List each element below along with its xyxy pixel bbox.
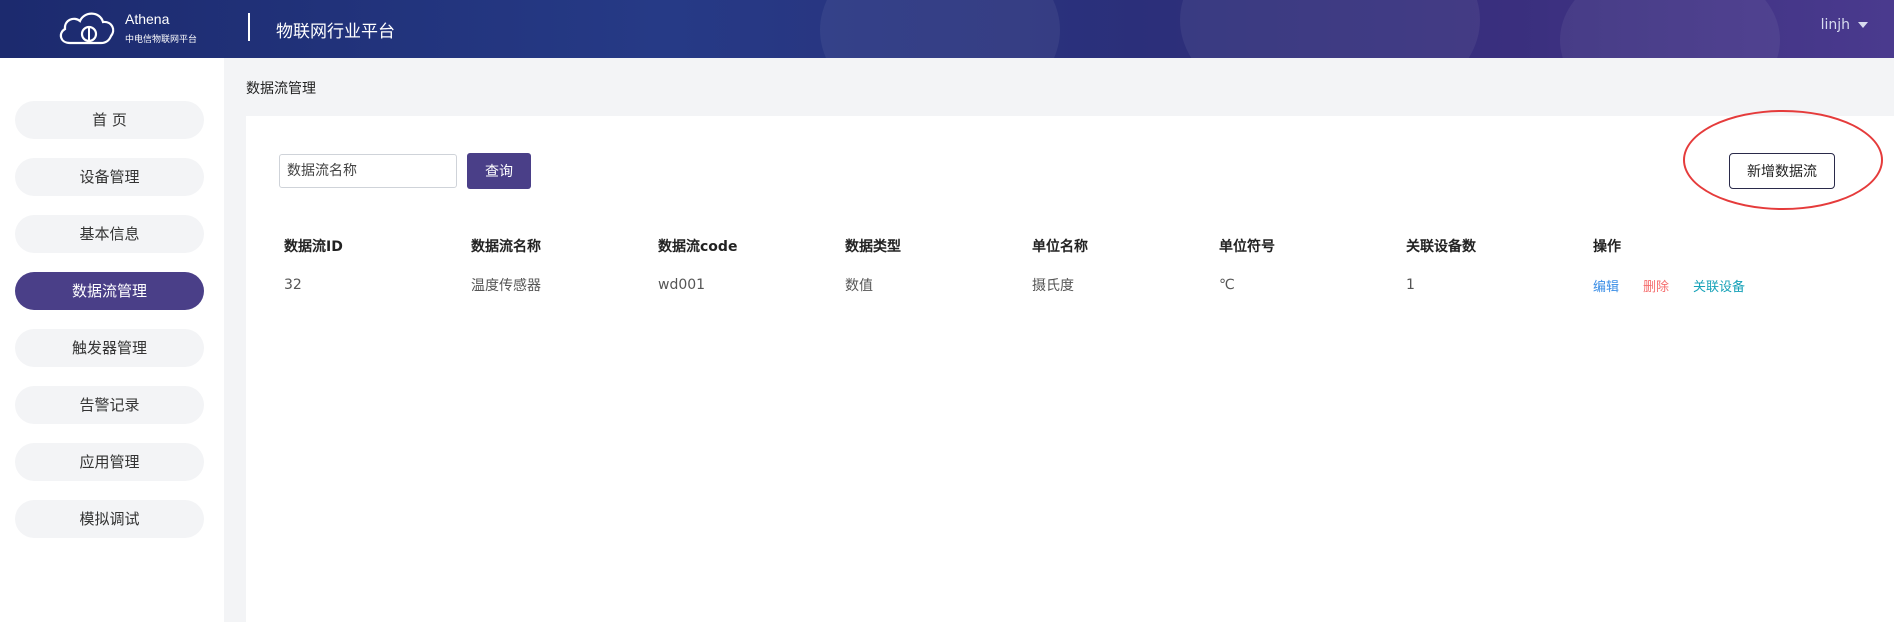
cell-unit-name: 摄氏度 <box>1032 278 1074 294</box>
top-header: Athena 中电信物联网平台 物联网行业平台 linjh <box>0 0 1894 58</box>
column-header-type: 数据类型 <box>845 239 901 255</box>
delete-link[interactable]: 删除 <box>1643 280 1669 295</box>
edit-link[interactable]: 编辑 <box>1593 280 1619 295</box>
header-decoration <box>1180 0 1480 58</box>
column-header-device-count: 关联设备数 <box>1406 239 1476 255</box>
cell-id: 32 <box>284 277 302 293</box>
column-header-name: 数据流名称 <box>471 239 541 255</box>
column-header-unit-name: 单位名称 <box>1032 239 1088 255</box>
cloud-logo-icon[interactable] <box>56 9 118 47</box>
column-header-id: 数据流ID <box>284 239 343 255</box>
cell-type: 数值 <box>845 278 873 294</box>
table-header-row: 数据流ID 数据流名称 数据流code 数据类型 单位名称 单位符号 关联设备数… <box>284 231 1780 261</box>
cell-unit-symbol: ℃ <box>1219 277 1235 293</box>
platform-title: 物联网行业平台 <box>276 22 395 42</box>
link-devices-link[interactable]: 关联设备 <box>1693 280 1745 295</box>
sidebar-item-alarm-records[interactable]: 告警记录 <box>15 386 204 424</box>
cell-name: 温度传感器 <box>471 278 541 294</box>
brand-subtitle: 中电信物联网平台 <box>125 35 198 45</box>
header-decoration <box>820 0 1060 58</box>
caret-down-icon[interactable] <box>1858 22 1868 28</box>
content-panel: 查询 新增数据流 数据流ID 数据流名称 数据流code 数据类型 单位名称 单… <box>246 110 1894 622</box>
column-header-unit-symbol: 单位符号 <box>1219 239 1275 255</box>
sidebar-item-device-management[interactable]: 设备管理 <box>15 158 204 196</box>
column-header-code: 数据流code <box>658 239 738 255</box>
sidebar-item-trigger-management[interactable]: 触发器管理 <box>15 329 204 367</box>
column-header-operations: 操作 <box>1593 239 1621 255</box>
brand-name: Athena <box>125 11 170 27</box>
sidebar-item-simulation-debug[interactable]: 模拟调试 <box>15 500 204 538</box>
search-input[interactable] <box>279 154 457 188</box>
cell-code: wd001 <box>658 277 706 293</box>
datastream-table: 数据流ID 数据流名称 数据流code 数据类型 单位名称 单位符号 关联设备数… <box>284 231 1780 309</box>
sidebar: 首 页 设备管理 基本信息 数据流管理 触发器管理 告警记录 应用管理 模拟调试 <box>0 58 224 622</box>
header-divider <box>248 13 250 41</box>
breadcrumb: 数据流管理 <box>246 81 316 97</box>
user-menu[interactable]: linjh <box>1821 17 1868 33</box>
table-row: 32 温度传感器 wd001 数值 摄氏度 ℃ 1 编辑 删除 关联设备 <box>284 261 1780 309</box>
query-button[interactable]: 查询 <box>467 153 531 189</box>
add-datastream-button[interactable]: 新增数据流 <box>1729 153 1835 189</box>
cell-operations: 编辑 删除 关联设备 <box>1593 261 1780 309</box>
cell-device-count: 1 <box>1406 277 1415 293</box>
user-name[interactable]: linjh <box>1821 17 1850 33</box>
sidebar-item-datastream-management[interactable]: 数据流管理 <box>15 272 204 310</box>
header-decoration <box>1560 0 1780 58</box>
sidebar-item-basic-info[interactable]: 基本信息 <box>15 215 204 253</box>
sidebar-item-app-management[interactable]: 应用管理 <box>15 443 204 481</box>
sidebar-item-home[interactable]: 首 页 <box>15 101 204 139</box>
main-content: 数据流管理 查询 新增数据流 数据流ID 数据流名称 数据流code 数据类型 … <box>224 58 1894 622</box>
